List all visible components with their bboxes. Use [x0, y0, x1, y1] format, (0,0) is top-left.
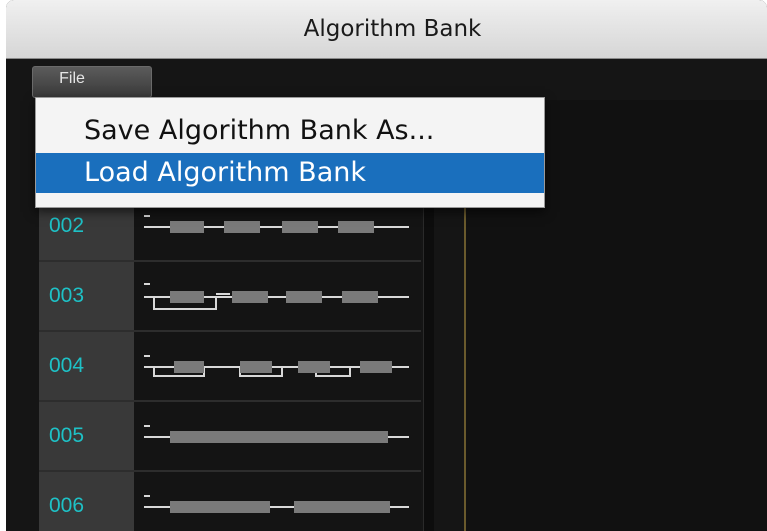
algorithm-row-006[interactable]: 006 — [39, 472, 421, 531]
algorithm-number: 004 — [39, 332, 134, 400]
algorithm-number: 005 — [39, 402, 134, 470]
algorithm-diagram — [134, 332, 421, 400]
menu-item-save-algorithm-bank-as[interactable]: Save Algorithm Bank As... — [36, 111, 544, 151]
algorithm-row-004[interactable]: 004 — [39, 332, 421, 402]
algorithm-row-003[interactable]: 003 — [39, 262, 421, 332]
algorithm-bank-window: Algorithm Bank File 002 003 004 005 006 … — [6, 0, 767, 531]
algorithm-diagram — [134, 262, 421, 330]
title-bar[interactable]: Algorithm Bank — [6, 0, 767, 59]
file-dropdown-menu: Save Algorithm Bank As... Load Algorithm… — [35, 97, 545, 208]
algorithm-diagram — [134, 402, 421, 470]
window-title: Algorithm Bank — [303, 16, 482, 42]
algorithm-number: 003 — [39, 262, 134, 330]
algorithm-number: 006 — [39, 472, 134, 531]
file-menu-button[interactable]: File — [32, 66, 152, 98]
algorithm-row-005[interactable]: 005 — [39, 402, 421, 472]
menu-item-load-algorithm-bank[interactable]: Load Algorithm Bank — [36, 153, 544, 193]
file-menu-label: File — [59, 70, 85, 87]
algorithm-diagram — [134, 472, 421, 531]
